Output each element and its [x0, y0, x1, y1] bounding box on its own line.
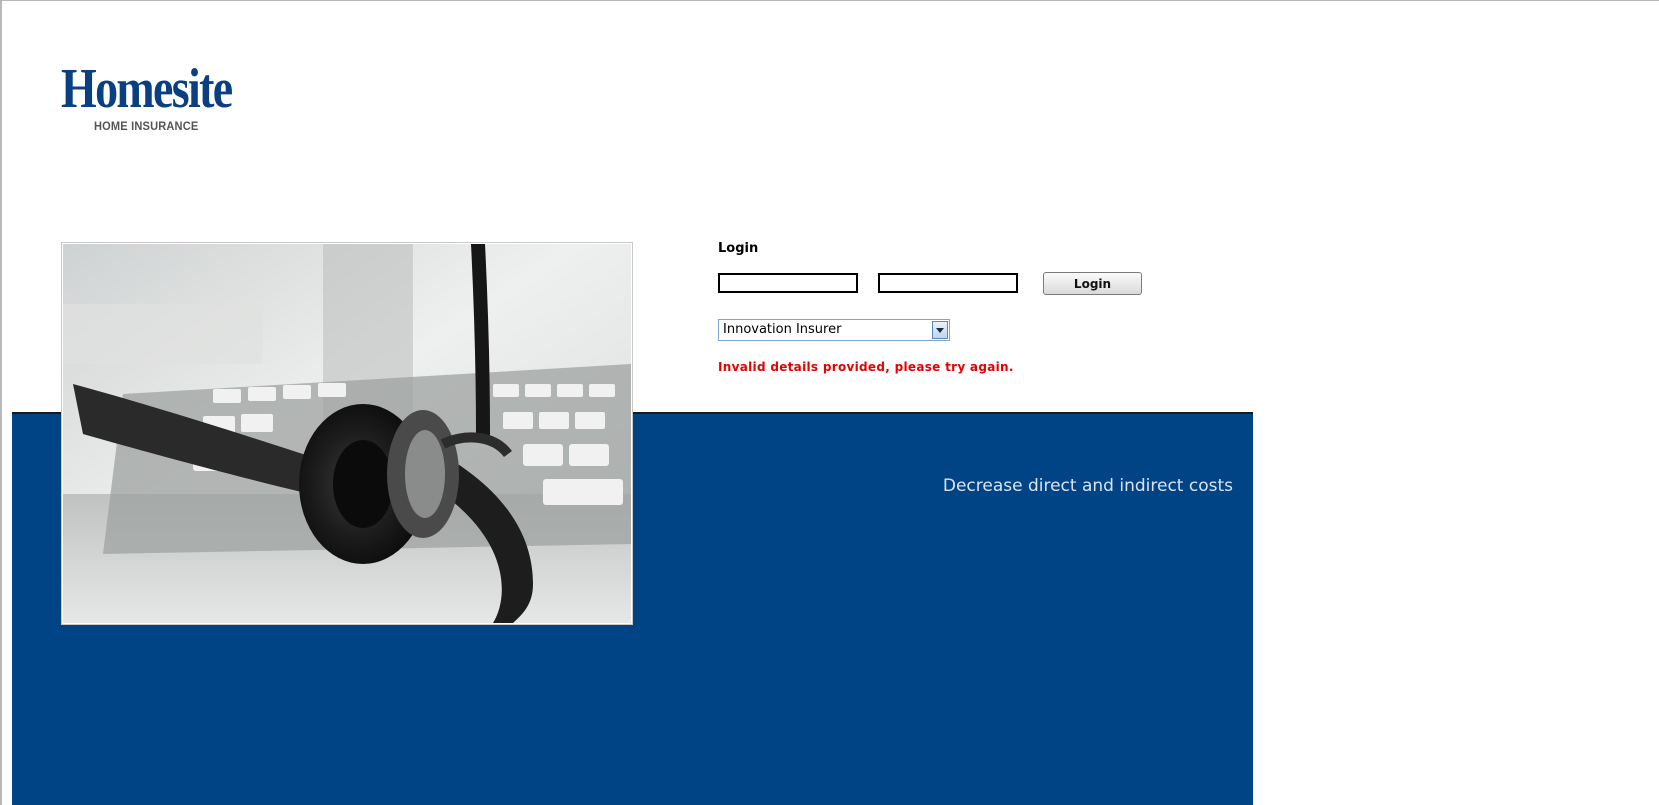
logo-wordmark: Homesite	[61, 58, 233, 120]
photo-illustration	[63, 244, 631, 623]
login-error-message: Invalid details provided, please try aga…	[718, 360, 1014, 374]
username-field[interactable]	[718, 273, 858, 293]
insurer-select-value: Innovation Insurer	[723, 322, 842, 337]
homesite-logo: Homesite HOME INSURANCE	[61, 58, 233, 139]
logo-tagline: HOME INSURANCE	[94, 119, 199, 133]
headset-keyboard-photo	[62, 243, 632, 624]
login-heading: Login	[718, 241, 759, 256]
login-button[interactable]: Login	[1043, 272, 1142, 295]
login-page: Homesite HOME INSURANCE Decrease direct …	[0, 0, 1659, 805]
password-field[interactable]	[878, 273, 1018, 293]
banner-tagline: Decrease direct and indirect costs	[942, 476, 1233, 496]
insurer-select[interactable]: Innovation Insurer	[718, 319, 950, 341]
chevron-down-icon[interactable]	[932, 321, 948, 339]
